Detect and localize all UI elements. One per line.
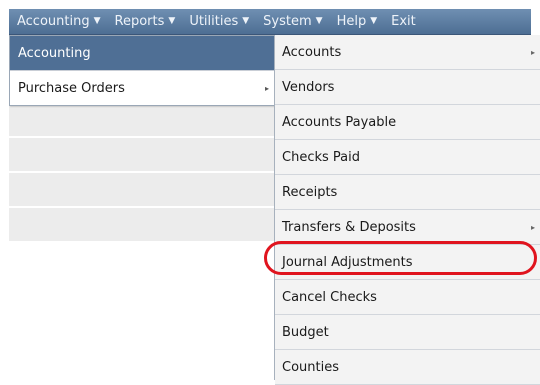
menu-exit-label: Exit — [391, 14, 416, 29]
menu-reports-label: Reports — [114, 14, 165, 29]
caret-down-icon: ▼ — [93, 16, 101, 26]
submenu-arrow-icon: ▸ — [264, 83, 269, 93]
submenu-item-accounts[interactable]: Accounts ▸ — [275, 35, 540, 70]
submenu-item-accounts-payable[interactable]: Accounts Payable — [275, 105, 540, 140]
submenu-item-label: Receipts — [282, 184, 338, 200]
submenu-item-label: Budget — [282, 324, 329, 340]
submenu-item-budget[interactable]: Budget — [275, 315, 540, 350]
caret-down-icon: ▼ — [315, 16, 323, 26]
submenu-item-checks-paid[interactable]: Checks Paid — [275, 140, 540, 175]
submenu-item-label: Journal Adjustments — [282, 254, 413, 270]
background-row — [9, 103, 279, 138]
submenu-item-label: Cancel Checks — [282, 289, 377, 305]
menu-utilities[interactable]: Utilities ▼ — [182, 9, 256, 34]
background-content — [9, 103, 279, 243]
background-row — [9, 208, 279, 243]
caret-down-icon: ▼ — [370, 16, 378, 26]
submenu-item-label: Checks Paid — [282, 149, 360, 165]
submenu-item-label: Vendors — [282, 79, 335, 95]
accounting-submenu: Accounts ▸ Vendors Accounts Payable Chec… — [274, 35, 540, 385]
background-row — [9, 173, 279, 208]
menu1-item-purchase-orders[interactable]: Purchase Orders ▸ — [10, 71, 275, 105]
submenu-item-counties[interactable]: Counties — [275, 350, 540, 385]
submenu-item-label: Counties — [282, 359, 339, 375]
menu1-item-accounting[interactable]: Accounting — [10, 36, 275, 71]
menu-exit[interactable]: Exit — [384, 9, 423, 34]
menu-accounting[interactable]: Accounting ▼ — [9, 9, 108, 34]
caret-down-icon: ▼ — [168, 16, 176, 26]
background-row — [9, 138, 279, 173]
caret-down-icon: ▼ — [242, 16, 250, 26]
submenu-item-label: Accounts — [282, 44, 342, 60]
submenu-item-vendors[interactable]: Vendors — [275, 70, 540, 105]
submenu-item-label: Transfers & Deposits — [282, 219, 416, 235]
menu-reports[interactable]: Reports ▼ — [108, 9, 183, 34]
submenu-item-cancel-checks[interactable]: Cancel Checks — [275, 280, 540, 315]
menu-help-label: Help — [336, 14, 367, 29]
submenu-item-journal-adjustments[interactable]: Journal Adjustments — [275, 245, 540, 280]
menu-accounting-label: Accounting — [17, 14, 90, 29]
submenu-arrow-icon: ▸ — [530, 222, 535, 232]
menu-system-label: System — [263, 14, 312, 29]
submenu-arrow-icon: ▸ — [530, 47, 535, 57]
menu-utilities-label: Utilities — [189, 14, 239, 29]
accounting-dropdown: Accounting Purchase Orders ▸ — [9, 35, 276, 106]
submenu-item-label: Accounts Payable — [282, 114, 397, 130]
top-menu-bar: Accounting ▼ Reports ▼ Utilities ▼ Syste… — [9, 9, 531, 35]
menu1-item-label: Accounting — [18, 45, 91, 61]
submenu-item-transfers-deposits[interactable]: Transfers & Deposits ▸ — [275, 210, 540, 245]
menu-help[interactable]: Help ▼ — [330, 9, 385, 34]
menu1-item-label: Purchase Orders — [18, 80, 125, 96]
submenu-item-receipts[interactable]: Receipts — [275, 175, 540, 210]
menu-system[interactable]: System ▼ — [256, 9, 329, 34]
